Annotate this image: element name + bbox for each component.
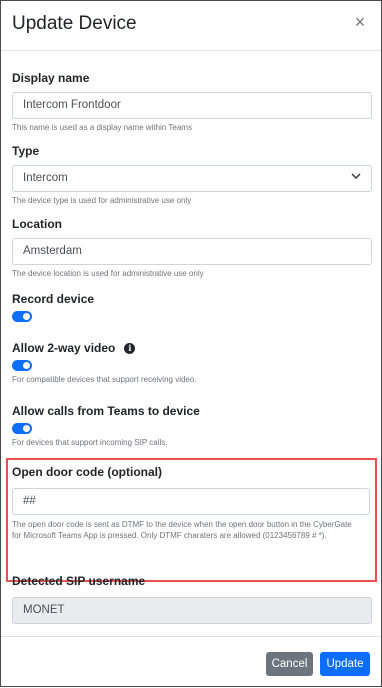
- modal-header: Update Device ×: [1, 1, 381, 51]
- sip-username-label: Detected SIP username: [12, 574, 146, 588]
- update-button[interactable]: Update: [320, 652, 370, 676]
- location-hint: The device location is used for administ…: [12, 269, 204, 278]
- allow-video-toggle[interactable]: [12, 360, 32, 371]
- open-door-code-label: Open door code (optional): [12, 465, 162, 479]
- type-label: Type: [12, 144, 40, 158]
- location-input[interactable]: Amsterdam: [12, 238, 372, 265]
- display-name-group: Display name Intercom Frontdoor This nam…: [12, 71, 372, 133]
- location-group: Location Amsterdam The device location i…: [12, 217, 372, 279]
- type-hint: The device type is used for administrati…: [12, 196, 192, 205]
- modal-title: Update Device: [12, 13, 137, 34]
- allow-video-label: Allow 2-way video: [12, 341, 116, 355]
- type-group: Type Intercom The device type is used fo…: [12, 144, 372, 206]
- record-device-group: Record device: [12, 292, 372, 322]
- display-name-label: Display name: [12, 71, 90, 85]
- chevron-down-icon: [351, 173, 361, 180]
- allow-calls-toggle[interactable]: [12, 423, 32, 434]
- info-icon[interactable]: i: [124, 342, 136, 354]
- update-device-modal: Update Device × Display name Intercom Fr…: [0, 0, 382, 687]
- allow-calls-hint: For devices that support incoming SIP ca…: [12, 438, 168, 447]
- sip-username-field: MONET: [12, 597, 372, 624]
- allow-video-hint: For compatible devices that support rece…: [12, 375, 197, 384]
- modal-footer: Cancel Update: [1, 636, 381, 688]
- open-door-code-group: Open door code (optional) ## The open do…: [12, 465, 372, 541]
- cancel-button[interactable]: Cancel: [266, 652, 313, 676]
- close-icon[interactable]: ×: [351, 13, 369, 31]
- open-door-code-input[interactable]: ##: [12, 488, 370, 515]
- display-name-input[interactable]: Intercom Frontdoor: [12, 92, 372, 119]
- allow-video-group: Allow 2-way video i For compatible devic…: [12, 341, 372, 385]
- display-name-hint: This name is used as a display name with…: [12, 123, 192, 132]
- allow-calls-label: Allow calls from Teams to device: [12, 404, 200, 418]
- allow-calls-group: Allow calls from Teams to device For dev…: [12, 404, 372, 448]
- open-door-code-hint: The open door code is sent as DTMF to th…: [12, 520, 352, 540]
- type-select-value: Intercom: [12, 165, 372, 192]
- sip-username-group: Detected SIP username MONET: [12, 574, 372, 624]
- allow-video-label-row: Allow 2-way video i: [12, 341, 372, 355]
- record-device-label: Record device: [12, 292, 95, 306]
- record-device-toggle[interactable]: [12, 311, 32, 322]
- location-label: Location: [12, 217, 62, 231]
- type-select[interactable]: Intercom: [12, 165, 372, 192]
